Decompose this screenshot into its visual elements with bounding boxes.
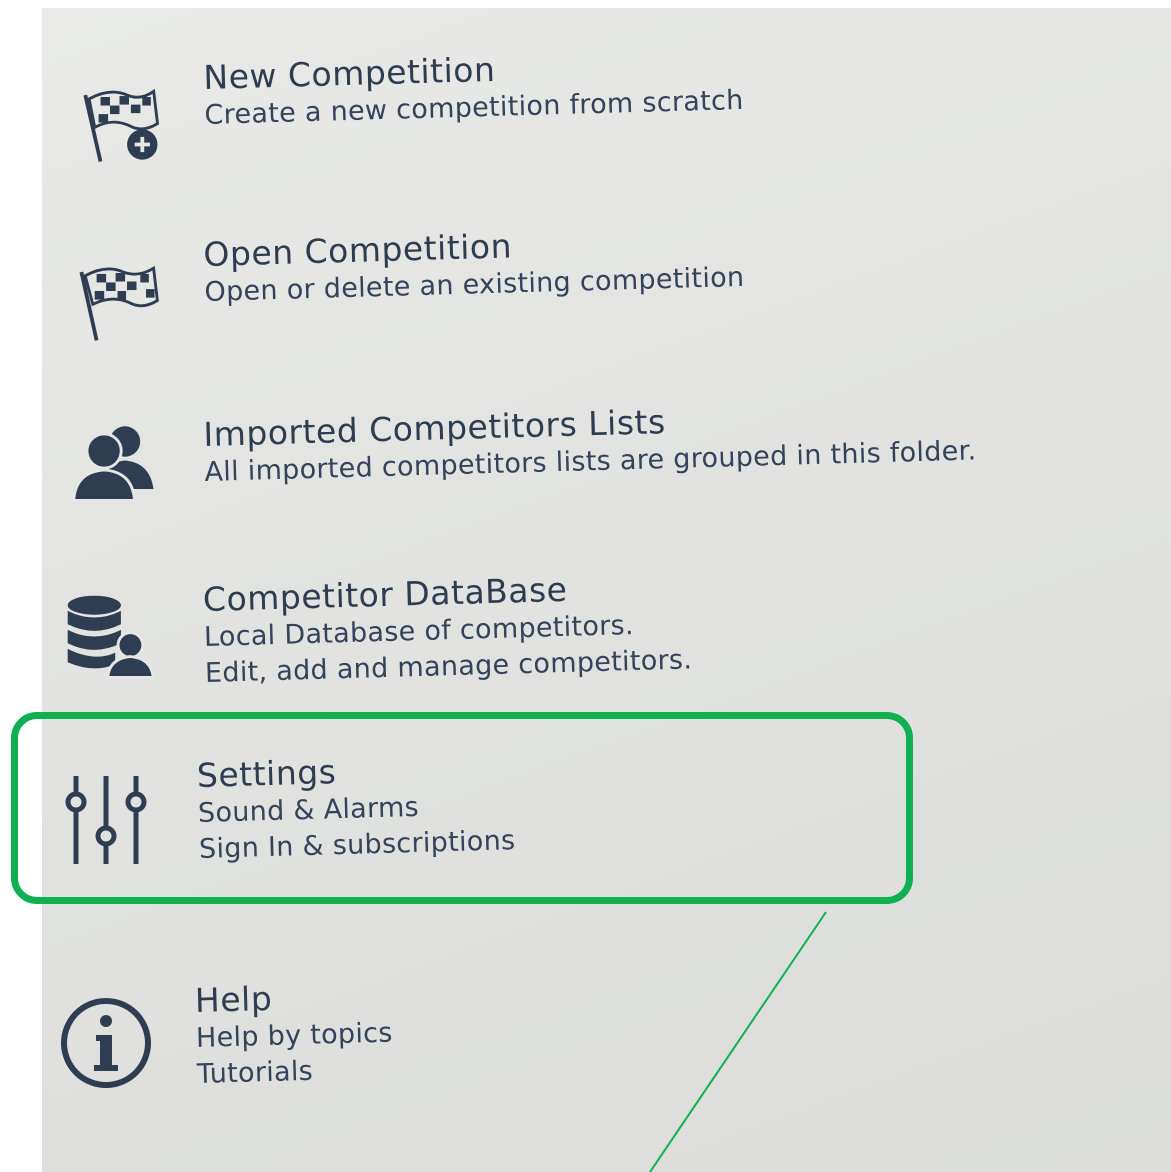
menu-item-text: Open Competition Open or delete an exist… — [203, 220, 745, 311]
menu-item-settings[interactable]: Settings Sound & Alarms Sign In & subscr… — [42, 748, 1171, 898]
menu-item-text: New Competition Create a new competition… — [203, 43, 744, 134]
menu-item-text: Help Help by topics Tutorials — [194, 976, 394, 1093]
info-circle-icon — [56, 993, 156, 1093]
menu-item-subtitle: Tutorials — [196, 1055, 314, 1090]
menu-item-text: Competitor DataBase Local Database of co… — [202, 566, 692, 692]
menu-item-text: Settings Sound & Alarms Sign In & subscr… — [196, 747, 515, 868]
app-screen: New Competition Create a new competition… — [42, 8, 1171, 1172]
database-user-icon — [62, 590, 157, 685]
menu-item-competitor-database[interactable]: Competitor DataBase Local Database of co… — [42, 568, 1171, 708]
menu-item-help[interactable]: Help Help by topics Tutorials — [42, 973, 1171, 1123]
users-group-icon — [68, 413, 163, 508]
menu-item-subtitle: Sign In & subscriptions — [198, 825, 516, 865]
menu-item-open-competition[interactable]: Open Competition Open or delete an exist… — [42, 223, 1171, 363]
menu-item-text: Imported Competitors Lists All imported … — [203, 393, 977, 491]
sliders-icon — [58, 768, 158, 868]
checkered-flag-icon — [70, 253, 165, 348]
menu-item-new-competition[interactable]: New Competition Create a new competition… — [42, 48, 1171, 188]
menu-item-title: Help — [194, 978, 273, 1021]
menu-item-imported-competitors-lists[interactable]: Imported Competitors Lists All imported … — [42, 393, 1171, 533]
menu-item-subtitle: Help by topics — [195, 1017, 394, 1054]
checkered-flag-add-icon — [72, 78, 167, 173]
